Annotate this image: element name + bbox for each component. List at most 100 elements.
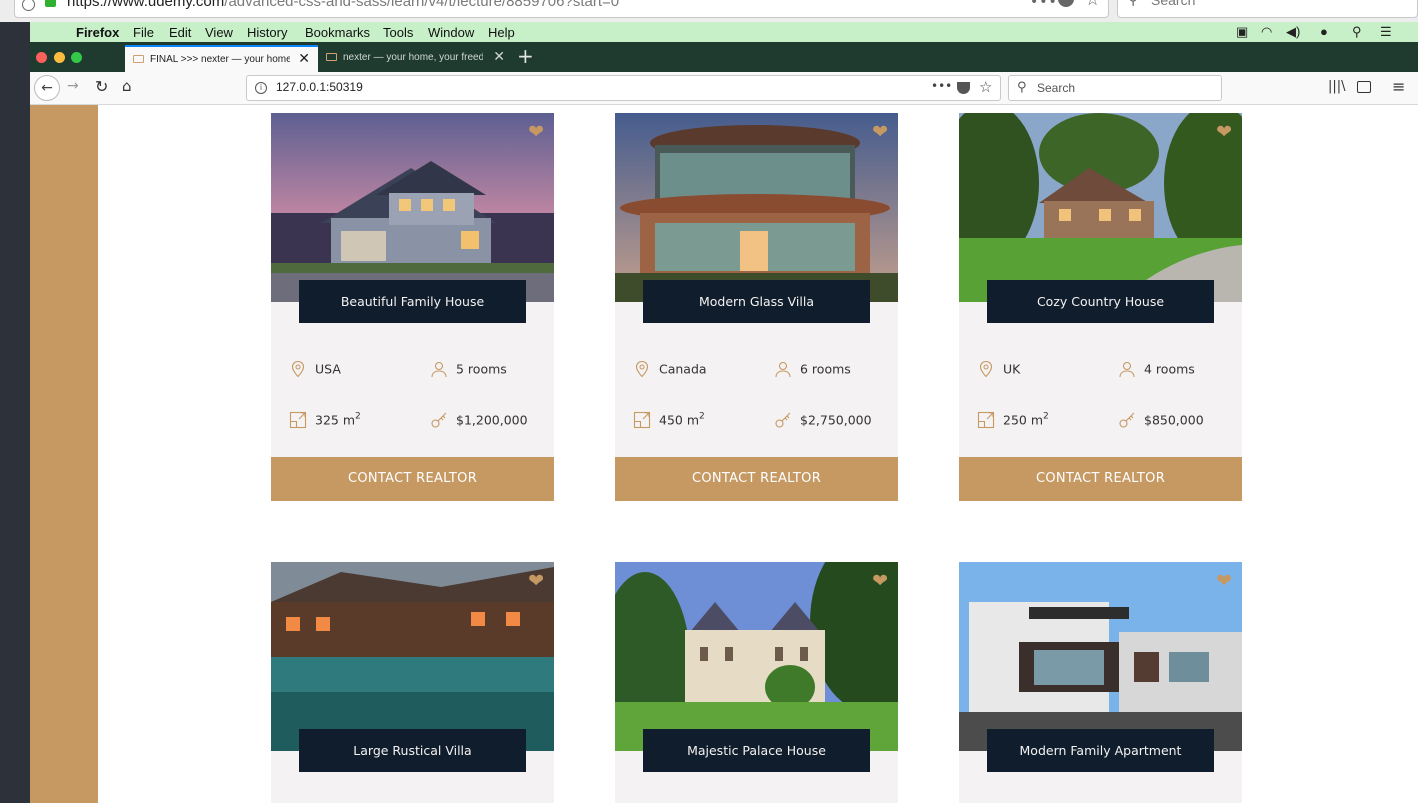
menu-edit[interactable]: Edit (169, 25, 191, 40)
tab-title: nexter — your home, your freedom (343, 52, 483, 63)
map-pin-icon (635, 360, 649, 378)
close-tab-icon[interactable]: ✕ (493, 48, 505, 65)
outer-search-box[interactable]: ⚲ Search (1117, 0, 1418, 18)
home-name: Cozy Country House (987, 280, 1214, 323)
home-location: Canada (633, 360, 707, 378)
menu-hamburger-icon[interactable]: ≡ (1392, 77, 1405, 96)
key-icon (1119, 412, 1135, 428)
zoom-window-icon[interactable] (71, 52, 82, 63)
bookmark-star-icon[interactable]: ☆ (1085, 0, 1100, 10)
page-favicon-icon (326, 53, 337, 61)
home-card: ❤ Modern Family Apartment (959, 562, 1242, 803)
page-viewport: ❤ Beautiful Family House USA 5 rooms 325… (30, 105, 1418, 803)
forward-arrow-icon[interactable]: → (67, 78, 79, 94)
pocket-icon[interactable] (957, 82, 970, 94)
menu-tools[interactable]: Tools (383, 25, 413, 40)
menu-file[interactable]: File (133, 25, 154, 40)
close-tab-icon[interactable]: ✕ (298, 50, 310, 67)
home-photo (271, 562, 554, 751)
back-arrow-icon[interactable]: ← (34, 75, 60, 101)
home-location: UK (977, 360, 1020, 378)
home-name: Beautiful Family House (299, 280, 526, 323)
reload-icon[interactable]: ↻ (95, 77, 108, 96)
home-photo (615, 113, 898, 302)
home-card: ❤ Modern Glass Villa Canada 6 rooms 450 … (615, 113, 898, 501)
outer-search-placeholder: Search (1151, 0, 1196, 8)
favorite-heart-icon[interactable]: ❤ (1216, 123, 1232, 142)
home-location: USA (289, 360, 341, 378)
pocket-icon[interactable] (1058, 0, 1074, 7)
favorite-heart-icon[interactable]: ❤ (528, 123, 544, 142)
page-sidebar (30, 105, 98, 803)
home-name: Modern Glass Villa (643, 280, 870, 323)
outer-browser-toolbar: https://www.udemy.com/advanced-css-and-s… (0, 0, 1418, 22)
favorite-heart-icon[interactable]: ❤ (872, 123, 888, 142)
lock-icon (45, 0, 56, 7)
contact-realtor-button[interactable]: CONTACT REALTOR (615, 457, 898, 501)
bookmark-star-icon[interactable]: ☆ (979, 78, 992, 96)
tab-nexter[interactable]: nexter — your home, your freedom ✕ (318, 45, 513, 72)
home-card: ❤ Majestic Palace House (615, 562, 898, 803)
home-rooms: 6 rooms (774, 360, 851, 378)
search-box[interactable]: ⚲ Search (1008, 75, 1222, 101)
tab-title: FINAL >>> nexter — your home (150, 54, 290, 65)
menu-app-name[interactable]: Firefox (76, 25, 119, 40)
screen-mirror-icon[interactable]: ▣ (1236, 24, 1248, 40)
home-card: ❤ Cozy Country House UK 4 rooms 250 m2 $… (959, 113, 1242, 501)
area-superscript: 2 (355, 411, 361, 422)
mac-menu-bar: Firefox File Edit View History Bookmarks… (30, 22, 1418, 42)
notification-center-icon[interactable]: ☰ (1380, 24, 1392, 40)
map-pin-icon (979, 360, 993, 378)
minimize-window-icon[interactable] (54, 52, 65, 63)
search-placeholder: Search (1037, 81, 1076, 95)
outer-url-text: https://www.udemy.com/advanced-css-and-s… (67, 0, 620, 10)
new-tab-icon[interactable]: + (517, 44, 534, 68)
home-name: Large Rustical Villa (299, 729, 526, 772)
menu-bookmarks[interactable]: Bookmarks (305, 25, 370, 40)
home-price: $2,750,000 (774, 411, 872, 429)
home-price: $1,200,000 (430, 411, 528, 429)
info-icon[interactable] (22, 0, 35, 11)
address-url: 127.0.0.1:50319 (276, 80, 363, 94)
key-icon (775, 412, 791, 428)
contact-realtor-button[interactable]: CONTACT REALTOR (959, 457, 1242, 501)
home-card: ❤ Large Rustical Villa (271, 562, 554, 803)
favorite-heart-icon[interactable]: ❤ (1216, 572, 1232, 591)
spotlight-icon[interactable]: ⚲ (1352, 24, 1362, 40)
home-icon[interactable]: ⌂ (122, 77, 132, 95)
home-photo (271, 113, 554, 302)
wifi-icon[interactable]: ◠ (1261, 24, 1272, 40)
info-icon[interactable]: i (255, 82, 267, 94)
home-photo (959, 113, 1242, 302)
library-icon[interactable]: |||\ (1328, 79, 1346, 94)
favorite-heart-icon[interactable]: ❤ (528, 572, 544, 591)
home-photo (615, 562, 898, 751)
person-icon (431, 361, 447, 378)
user-icon[interactable]: ● (1320, 24, 1328, 39)
menu-view[interactable]: View (205, 25, 233, 40)
volume-icon[interactable]: ◀) (1286, 24, 1300, 40)
tab-final-nexter[interactable]: FINAL >>> nexter — your home ✕ (125, 45, 318, 72)
area-expand-icon (977, 411, 995, 429)
map-pin-icon (291, 360, 305, 378)
area-superscript: 2 (1043, 411, 1049, 422)
menu-history[interactable]: History (247, 25, 287, 40)
area-superscript: 2 (699, 411, 705, 422)
menu-help[interactable]: Help (488, 25, 515, 40)
home-rooms: 5 rooms (430, 360, 507, 378)
page-actions-icon[interactable]: ••• (931, 79, 952, 93)
menu-window[interactable]: Window (428, 25, 474, 40)
favorite-heart-icon[interactable]: ❤ (872, 572, 888, 591)
close-window-icon[interactable] (36, 52, 47, 63)
sidebar-toggle-icon[interactable] (1357, 81, 1371, 93)
outer-url-bar[interactable]: https://www.udemy.com/advanced-css-and-s… (14, 0, 1109, 18)
home-name: Majestic Palace House (643, 729, 870, 772)
home-area: 450 m2 (633, 411, 705, 429)
desktop-gutter (0, 22, 30, 803)
page-actions-icon[interactable]: ••• (1030, 0, 1058, 10)
page-favicon-icon (133, 55, 144, 63)
contact-realtor-button[interactable]: CONTACT REALTOR (271, 457, 554, 501)
search-icon: ⚲ (1017, 80, 1027, 95)
address-bar[interactable]: i 127.0.0.1:50319 ••• ☆ (246, 75, 1001, 101)
home-card: ❤ Beautiful Family House USA 5 rooms 325… (271, 113, 554, 501)
